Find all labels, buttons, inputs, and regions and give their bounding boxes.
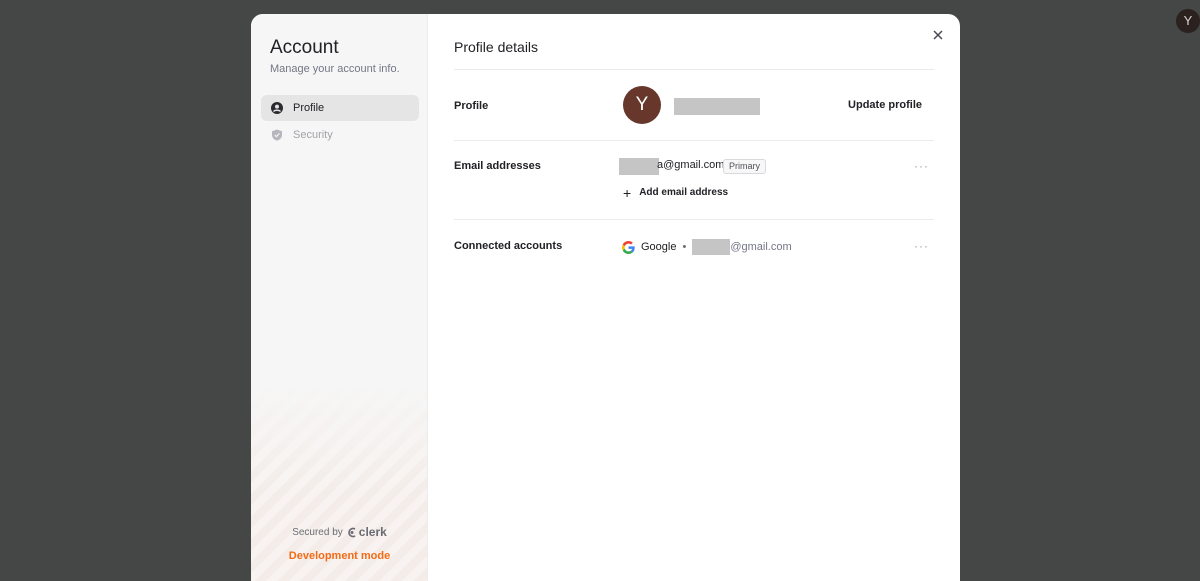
sidebar-subtitle: Manage your account info. <box>270 63 400 75</box>
email-section-label: Email addresses <box>454 160 541 172</box>
close-button[interactable] <box>930 27 946 43</box>
clerk-brand: clerk <box>358 525 387 539</box>
sidebar-item-label: Profile <box>293 102 325 114</box>
user-avatar-button[interactable]: Y <box>1176 9 1200 33</box>
add-email-label: Add email address <box>639 187 729 198</box>
secured-by: Secured by clerk <box>251 525 428 539</box>
development-mode-label: Development mode <box>288 550 391 562</box>
clerk-logo[interactable]: clerk <box>347 525 387 539</box>
avatar: Y <box>623 86 661 124</box>
redacted-name <box>674 98 760 115</box>
redacted-google-email-local <box>692 239 731 255</box>
email-more-options-button[interactable]: ··· <box>914 159 929 173</box>
user-circle-icon <box>271 102 283 114</box>
sidebar-title: Account <box>270 37 339 58</box>
clerk-logo-icon <box>348 527 356 537</box>
update-profile-button[interactable]: Update profile <box>848 99 922 111</box>
connected-account-google: Google • @gmail.com <box>622 239 792 255</box>
provider-name: Google <box>641 241 677 253</box>
shield-icon <box>271 129 283 141</box>
profile-section-label: Profile <box>454 100 489 112</box>
add-email-button[interactable]: + Add email address <box>623 184 729 201</box>
primary-badge: Primary <box>723 159 766 174</box>
close-icon <box>933 30 943 40</box>
sidebar-item-label: Security <box>293 129 333 141</box>
email-address: a@gmail.com <box>657 159 725 171</box>
secured-by-label: Secured by <box>292 526 343 538</box>
connected-accounts-label: Connected accounts <box>454 240 563 252</box>
divider <box>454 140 934 141</box>
redacted-email-local <box>619 158 659 175</box>
sidebar-item-security[interactable]: Security <box>261 122 419 148</box>
divider <box>454 69 934 70</box>
plus-icon: + <box>623 184 632 201</box>
google-email: @gmail.com <box>730 241 792 253</box>
separator: • <box>682 241 687 253</box>
google-icon <box>622 240 635 254</box>
sidebar: Account Manage your account info. Profil… <box>251 14 428 581</box>
divider <box>454 219 934 220</box>
account-modal: Account Manage your account info. Profil… <box>251 14 960 581</box>
sidebar-item-profile[interactable]: Profile <box>261 95 419 121</box>
page-title: Profile details <box>454 39 539 55</box>
connected-more-options-button[interactable]: ··· <box>914 239 929 253</box>
main-content: Profile details Profile Y Update profile… <box>428 14 960 581</box>
